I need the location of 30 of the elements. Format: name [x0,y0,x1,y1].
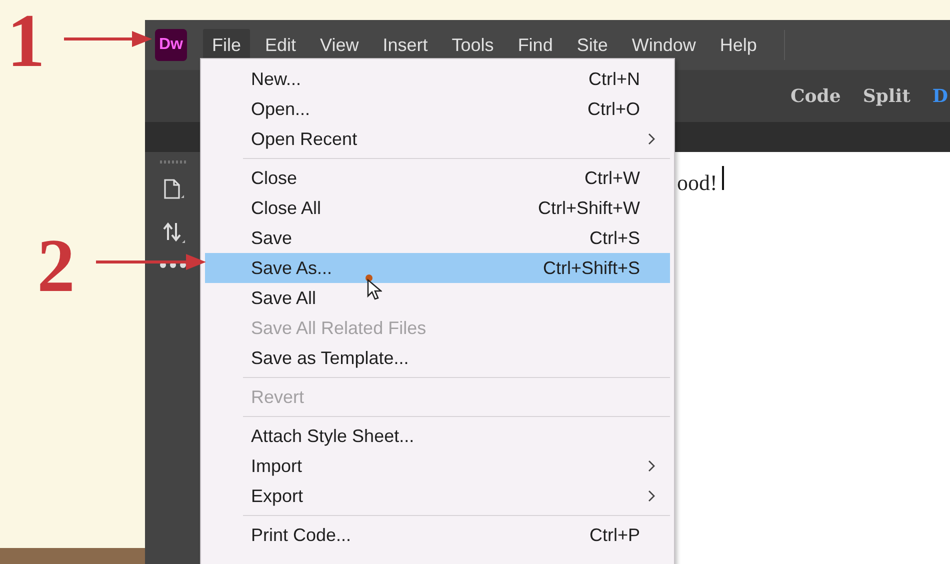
menu-item[interactable]: Save As... Ctrl+Shift+S [205,253,670,283]
menu-bar-item[interactable]: Tools [442,28,503,62]
menu-item[interactable]: Close All Ctrl+Shift+W [205,193,670,223]
menu-item[interactable]: Open... Ctrl+O [205,94,670,124]
menu-bar-item[interactable]: Find [508,28,562,62]
menu-bar-item[interactable]: Site [568,28,617,62]
sort-arrows-icon[interactable] [160,220,184,244]
menu-item[interactable]: Import [205,451,670,481]
menu-item[interactable]: Save All [205,283,670,313]
menu-item[interactable]: Close Ctrl+W [205,163,670,193]
grip-icon [160,160,186,164]
menu-item[interactable]: Attach Style Sheet... [205,421,670,451]
app-logo[interactable]: Dw [155,29,187,61]
menu-bar-item[interactable]: Insert [374,28,437,62]
menu-bar-item[interactable]: Edit [256,28,306,62]
menu-item[interactable]: Print Code... Ctrl+P [205,520,670,550]
step-number: 2 [37,228,75,304]
document-text: ood! [677,170,718,196]
menu-item[interactable]: Export [205,481,670,511]
view-button[interactable]: Split [862,86,910,106]
more-icon[interactable] [160,262,186,268]
menu-item[interactable]: New... Ctrl+N [205,64,670,94]
menu-bar-item[interactable]: Window [622,28,705,62]
menu-bar-item[interactable]: Help [710,28,766,62]
text-cursor [722,166,724,190]
view-button[interactable]: Code [790,86,841,106]
menu-item[interactable]: Save Ctrl+S [205,223,670,253]
menu-bar-item[interactable]: View [311,28,368,62]
menu-item[interactable]: Save as Template... [205,343,670,373]
step-number: 1 [7,3,45,79]
